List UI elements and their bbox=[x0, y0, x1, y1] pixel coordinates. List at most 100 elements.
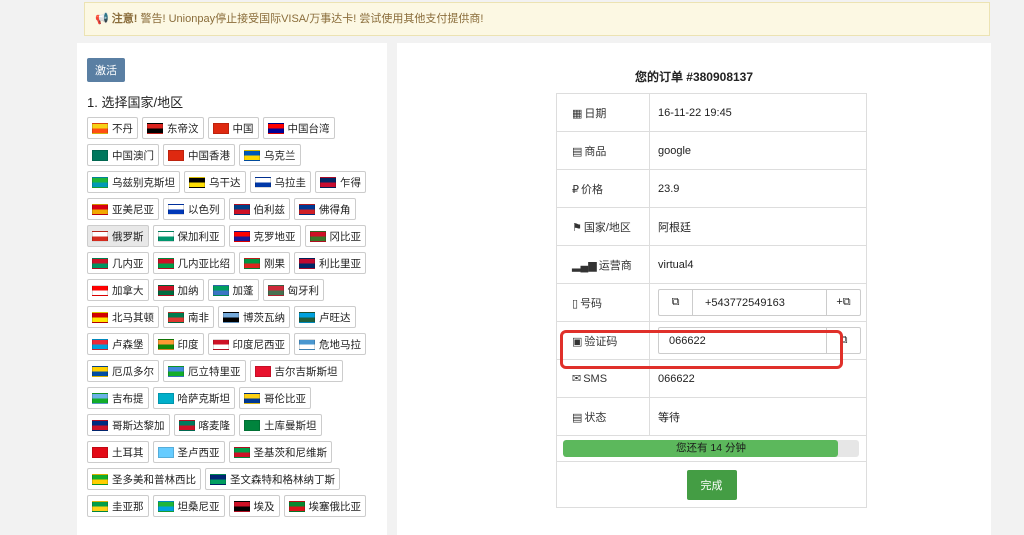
country-button[interactable]: 加拿大 bbox=[87, 279, 149, 301]
country-button[interactable]: 吉布提 bbox=[87, 387, 149, 409]
megaphone-icon: 📢 bbox=[95, 13, 109, 25]
country-label: 圣多美和普林西比 bbox=[112, 473, 196, 486]
country-label: 土耳其 bbox=[112, 446, 144, 459]
code-field[interactable]: 066622 bbox=[659, 328, 826, 353]
country-label: 南非 bbox=[188, 311, 209, 324]
flag-icon bbox=[212, 122, 229, 134]
order-title: 您的订单 #380908137 bbox=[634, 70, 754, 84]
flag-icon bbox=[210, 473, 226, 485]
alert-strong: 注意! bbox=[111, 13, 138, 25]
country-label: 俄罗斯 bbox=[112, 230, 144, 243]
row-value: 阿根廷 bbox=[649, 207, 867, 246]
country-button[interactable]: 印度 bbox=[152, 333, 204, 355]
country-button[interactable]: 中国 bbox=[207, 117, 259, 139]
country-button[interactable]: 印度尼西亚 bbox=[207, 333, 290, 355]
country-button[interactable]: 中国台湾 bbox=[262, 117, 335, 139]
row-value: virtual4 bbox=[649, 245, 867, 284]
country-button[interactable]: 博茨瓦纳 bbox=[218, 306, 290, 328]
country-button[interactable]: 喀麦隆 bbox=[173, 414, 235, 436]
country-label: 乌干达 bbox=[209, 176, 241, 189]
country-button[interactable]: 圣基茨和尼维斯 bbox=[228, 441, 332, 463]
row-label: 国家/地区 bbox=[583, 221, 631, 234]
done-button[interactable]: 完成 bbox=[686, 469, 737, 500]
country-button[interactable]: 哥伦比亚 bbox=[239, 387, 311, 409]
country-button[interactable]: 刚果 bbox=[239, 252, 290, 274]
country-button[interactable]: 哈萨克斯坦 bbox=[152, 387, 235, 409]
country-button[interactable]: 几内亚比绍 bbox=[152, 252, 235, 274]
country-button[interactable]: 乌拉圭 bbox=[249, 171, 311, 193]
country-button[interactable]: 乌干达 bbox=[184, 171, 246, 193]
phone-field[interactable]: +543772549163 bbox=[693, 290, 826, 315]
country-label: 中国 bbox=[232, 122, 254, 135]
warning-alert: 📢 注意! 警告! Unionpay停止接受国际VISA/万事达卡! 尝试使用其… bbox=[84, 2, 990, 36]
country-button[interactable]: 几内亚 bbox=[87, 252, 149, 274]
copy-with-prefix-icon[interactable]: +⧉ bbox=[826, 290, 860, 315]
country-button[interactable]: 亚美尼亚 bbox=[87, 198, 159, 220]
country-button[interactable]: 圣多美和普林西比 bbox=[87, 468, 201, 490]
copy-icon[interactable]: ⧉ bbox=[826, 328, 860, 353]
progress-text: 您还有 14 分钟 bbox=[675, 442, 746, 454]
country-label: 保加利亚 bbox=[177, 230, 220, 243]
country-button[interactable]: 东帝汶 bbox=[142, 117, 204, 139]
country-button[interactable]: 厄立特里亚 bbox=[163, 360, 246, 382]
flag-icon bbox=[244, 149, 260, 161]
section-title: 1. 选择国家/地区 bbox=[87, 95, 184, 110]
flag-icon bbox=[233, 230, 250, 242]
country-label: 厄立特里亚 bbox=[188, 365, 241, 378]
country-button[interactable]: 乌克兰 bbox=[239, 144, 301, 166]
order-row: ▤ 商品 google bbox=[556, 131, 867, 170]
country-button[interactable]: 坦桑尼亚 bbox=[152, 495, 225, 517]
activate-button[interactable]: 激活 bbox=[87, 58, 125, 82]
country-button[interactable]: 伯利兹 bbox=[228, 198, 290, 220]
row-icon: ⚑ bbox=[572, 221, 582, 234]
country-label: 埃塞俄比亚 bbox=[308, 500, 362, 513]
country-label: 危地马拉 bbox=[319, 338, 361, 351]
country-button[interactable]: 土耳其 bbox=[87, 441, 149, 463]
country-button[interactable]: 克罗地亚 bbox=[228, 225, 301, 247]
country-button[interactable]: 危地马拉 bbox=[294, 333, 366, 355]
country-button[interactable]: 佛得角 bbox=[294, 198, 356, 220]
country-button[interactable]: 埃塞俄比亚 bbox=[283, 495, 366, 517]
country-label: 卢旺达 bbox=[319, 311, 351, 324]
country-button[interactable]: 乌兹别克斯坦 bbox=[87, 171, 180, 193]
country-button[interactable]: 圣文森特和格林纳丁斯 bbox=[205, 468, 340, 490]
country-button[interactable]: 哥斯达黎加 bbox=[87, 414, 170, 436]
country-button[interactable]: 中国澳门 bbox=[87, 144, 159, 166]
flag-icon bbox=[92, 176, 108, 188]
country-button[interactable]: 加蓬 bbox=[207, 279, 259, 301]
country-button[interactable]: 保加利亚 bbox=[152, 225, 225, 247]
country-button[interactable]: 厄瓜多尔 bbox=[87, 360, 159, 382]
country-button[interactable]: 南非 bbox=[163, 306, 214, 328]
copy-icon[interactable]: ⧉ bbox=[659, 290, 693, 315]
country-button[interactable]: 以色列 bbox=[163, 198, 225, 220]
country-button[interactable]: 俄罗斯 bbox=[87, 225, 149, 247]
country-button[interactable]: 冈比亚 bbox=[304, 225, 366, 247]
country-button[interactable]: 利比里亚 bbox=[294, 252, 366, 274]
country-label: 卢森堡 bbox=[112, 338, 144, 351]
order-row: ▂▄▆ 运营商 virtual4 bbox=[556, 245, 867, 284]
country-button[interactable]: 吉尔吉斯斯坦 bbox=[249, 360, 343, 382]
country-button[interactable]: 圣卢西亚 bbox=[152, 441, 225, 463]
country-button[interactable]: 不丹 bbox=[87, 117, 138, 139]
country-button[interactable]: 中国香港 bbox=[163, 144, 235, 166]
country-label: 印度尼西亚 bbox=[232, 338, 286, 351]
country-label: 吉布提 bbox=[112, 392, 144, 405]
country-button[interactable]: 乍得 bbox=[315, 171, 366, 193]
country-button[interactable]: 圭亚那 bbox=[87, 495, 149, 517]
country-label: 以色列 bbox=[188, 203, 220, 216]
country-panel: 激活 1. 选择国家/地区 不丹 东帝汶 中国 中国台湾中国澳门 中国香港 乌克兰乌兹别克… bbox=[77, 43, 387, 535]
order-row: ₽ 价格 23.9 bbox=[556, 169, 867, 208]
country-label: 乌拉圭 bbox=[274, 176, 307, 189]
phone-icon: ▯ bbox=[572, 297, 579, 310]
country-button[interactable]: 匈牙利 bbox=[262, 279, 324, 301]
country-button[interactable]: 北马其顿 bbox=[87, 306, 159, 328]
country-button[interactable]: 埃及 bbox=[228, 495, 280, 517]
country-label: 土库曼斯坦 bbox=[264, 419, 317, 432]
country-label: 加纳 bbox=[177, 284, 199, 297]
country-button[interactable]: 卢森堡 bbox=[87, 333, 149, 355]
country-button[interactable]: 土库曼斯坦 bbox=[239, 414, 322, 436]
country-button[interactable]: 卢旺达 bbox=[294, 306, 356, 328]
row-value: 16-11-22 19:45 bbox=[649, 93, 867, 132]
country-button[interactable]: 加纳 bbox=[152, 279, 204, 301]
flag-icon bbox=[157, 500, 174, 512]
